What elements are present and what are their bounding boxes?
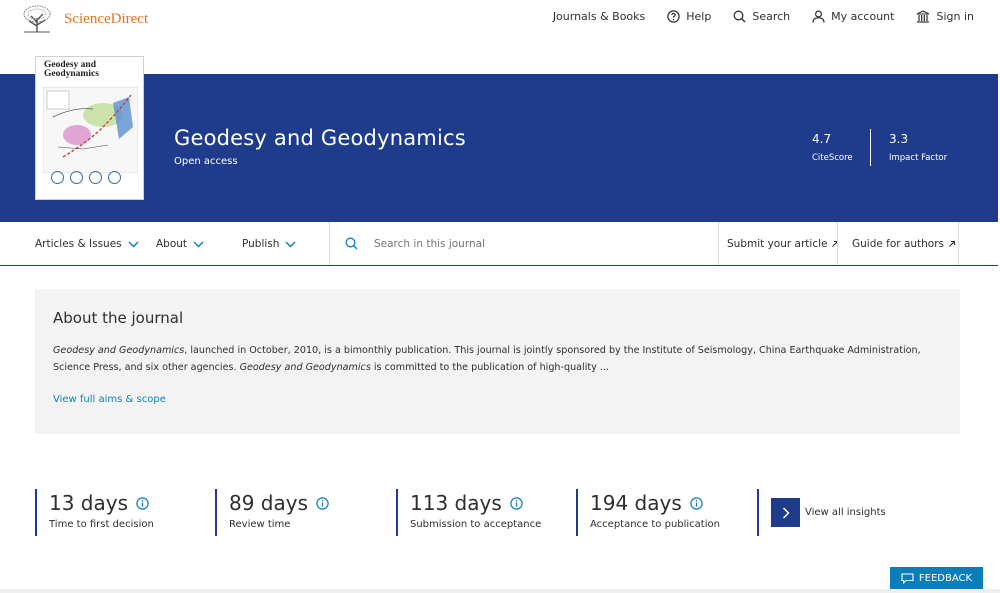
sponsor-logo-4 <box>108 171 121 184</box>
chat-bubble-icon <box>901 573 914 584</box>
cover-map-illustration <box>43 87 138 173</box>
info-icon[interactable] <box>316 496 329 510</box>
help-link[interactable]: Help <box>667 10 711 23</box>
citescore-metric[interactable]: 4.7 CiteScore <box>812 132 853 163</box>
search-icon[interactable] <box>345 237 358 250</box>
insight-value-row: 113 days <box>410 491 541 515</box>
submit-article-label: Submit your article <box>727 238 828 250</box>
insight-submission-acceptance: 113 days Submission to acceptance <box>396 489 541 536</box>
insight-first-decision: 13 days Time to first decision <box>35 489 154 536</box>
view-all-insights-link[interactable]: View all insights <box>757 489 886 536</box>
sponsor-logo-1 <box>51 171 64 184</box>
chevron-right-icon <box>782 506 790 519</box>
sponsor-logo-3 <box>89 171 102 184</box>
sciencedirect-logo[interactable]: ScienceDirect <box>20 4 148 34</box>
journal-title: Geodesy and Geodynamics <box>174 126 466 150</box>
feedback-button[interactable]: FEEDBACK <box>890 567 983 590</box>
chevron-down-icon <box>193 241 204 247</box>
chevron-down-icon <box>128 241 139 247</box>
insight-acceptance-publication: 194 days Acceptance to publication <box>576 489 720 536</box>
journal-cover-image[interactable]: Geodesy and Geodynamics <box>35 56 144 200</box>
view-aims-scope-link[interactable]: View full aims & scope <box>53 394 166 405</box>
sponsor-logo-2 <box>70 171 83 184</box>
nav-divider <box>329 222 330 265</box>
nav-divider <box>958 222 959 265</box>
info-icon[interactable] <box>510 496 523 510</box>
arrow-button[interactable] <box>771 498 800 527</box>
about-description: Geodesy and Geodynamics, launched in Oct… <box>53 342 943 376</box>
search-icon <box>733 10 746 23</box>
journal-search <box>345 237 704 250</box>
cover-title: Geodesy and Geodynamics <box>44 60 99 79</box>
impact-factor-metric[interactable]: 3.3 Impact Factor <box>889 132 947 163</box>
about-journal-card: About the journal Geodesy and Geodynamic… <box>35 289 960 434</box>
about-text-2: is committed to the publication of high-… <box>370 362 609 373</box>
cover-title-line2: Geodynamics <box>44 69 99 79</box>
impact-factor-label: Impact Factor <box>889 153 948 163</box>
journal-name-italic: Geodesy and Geodynamics <box>53 345 185 356</box>
insight-value-row: 13 days <box>49 491 154 515</box>
publish-label: Publish <box>242 238 280 250</box>
metric-divider <box>870 129 871 166</box>
impact-factor-value: 3.3 <box>889 132 909 146</box>
citescore-value: 4.7 <box>812 132 832 146</box>
help-circle-icon <box>667 10 680 23</box>
my-account-link[interactable]: My account <box>812 10 894 23</box>
journal-search-input[interactable] <box>374 237 704 250</box>
articles-issues-label: Articles & Issues <box>35 238 122 250</box>
person-icon <box>812 10 825 23</box>
submit-article-link[interactable]: Submit your article <box>727 238 839 250</box>
insight-label: Time to first decision <box>49 519 154 530</box>
chevron-down-icon <box>285 241 296 247</box>
nav-divider <box>837 222 838 265</box>
about-menu[interactable]: About <box>156 238 204 250</box>
insight-value-row: 89 days <box>229 491 329 515</box>
insight-label: Acceptance to publication <box>590 519 720 530</box>
view-all-insights-label: View all insights <box>805 507 886 518</box>
journals-books-link[interactable]: Journals & Books <box>553 10 645 23</box>
my-account-label: My account <box>831 10 895 23</box>
search-label: Search <box>752 10 791 23</box>
search-link[interactable]: Search <box>733 10 790 23</box>
external-arrow-icon <box>832 240 839 247</box>
info-icon[interactable] <box>136 496 149 510</box>
insight-label: Submission to acceptance <box>410 519 542 530</box>
elsevier-tree-icon <box>20 4 54 34</box>
guide-authors-label: Guide for authors <box>852 238 945 250</box>
institution-icon <box>917 10 930 23</box>
guide-authors-link[interactable]: Guide for authors <box>852 238 956 250</box>
nav-divider <box>718 222 719 265</box>
publish-menu[interactable]: Publish <box>242 238 296 250</box>
info-icon[interactable] <box>690 496 703 510</box>
insight-value-row: 194 days <box>590 491 720 515</box>
sign-in-label: Sign in <box>936 10 974 23</box>
about-heading: About the journal <box>53 309 184 327</box>
cover-sponsor-logos <box>51 171 127 184</box>
access-type: Open access <box>174 156 238 167</box>
articles-issues-menu[interactable]: Articles & Issues <box>35 238 139 250</box>
journal-name-italic: Geodesy and Geodynamics <box>239 362 371 373</box>
journal-banner: Geodesy and Geodynamics Geodesy and Geod… <box>0 56 998 222</box>
insight-value: 113 days <box>410 491 502 515</box>
insight-value: 13 days <box>49 491 129 515</box>
top-header: ScienceDirect Journals & Books Help Sear… <box>0 0 1000 74</box>
brand-name: ScienceDirect <box>64 10 149 27</box>
external-arrow-icon <box>949 240 956 247</box>
feedback-label: FEEDBACK <box>918 573 973 584</box>
insight-value: 194 days <box>590 491 682 515</box>
journal-nav: Articles & Issues About Publish Submit y… <box>0 222 998 266</box>
about-label: About <box>156 238 188 250</box>
citescore-label: CiteScore <box>812 153 853 163</box>
page-bottom-edge <box>0 589 1000 593</box>
insight-value: 89 days <box>229 491 309 515</box>
sign-in-link[interactable]: Sign in <box>916 10 974 23</box>
insight-review-time: 89 days Review time <box>215 489 329 536</box>
top-nav: Journals & Books Help Search My account … <box>531 10 974 23</box>
journals-books-label: Journals & Books <box>552 10 646 23</box>
insight-label: Review time <box>229 519 291 530</box>
help-label: Help <box>686 10 712 23</box>
